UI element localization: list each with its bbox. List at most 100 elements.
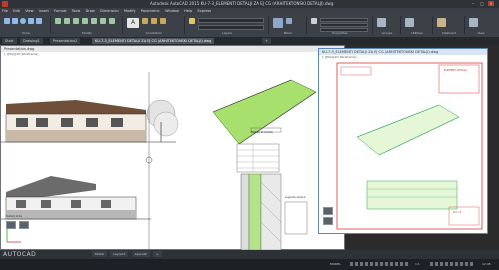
stretch-icon[interactable] — [109, 18, 115, 24]
secondary-navbar-button[interactable] — [323, 217, 333, 225]
annotation-scale[interactable]: 1:1 — [415, 262, 420, 266]
ribbon-label-block: Block — [283, 31, 293, 35]
ribbon-group-groups: Groups — [374, 16, 401, 35]
ribbon-label-properties: Properties — [332, 31, 348, 35]
menu-modify[interactable]: Modify — [124, 9, 136, 13]
tab-start[interactable]: Start — [2, 38, 17, 44]
legend-table-label: Legenda slojeva — [285, 196, 306, 199]
ribbon-label-groups: Groups — [381, 31, 393, 35]
menu-format[interactable]: Format — [54, 9, 66, 13]
group-icon[interactable] — [377, 18, 386, 27]
menu-tools[interactable]: Tools — [72, 9, 81, 13]
insert-block-icon[interactable] — [273, 18, 283, 28]
menu-insert[interactable]: Insert — [39, 9, 49, 13]
document-tabs: Start Drawing1 Presentation2 KU-7-3_ELEM… — [0, 37, 499, 45]
match-properties-icon[interactable] — [311, 18, 317, 24]
window-title: Autodesk AutoCAD 2015 KU-7-3_ELEMENTI DE… — [150, 1, 334, 6]
menu-express[interactable]: Express — [197, 9, 211, 13]
drawing-window-main[interactable]: Presentation.dwg [–][Top][2D Wireframe] — [0, 45, 345, 250]
title-bar: Autodesk AutoCAD 2015 KU-7-3_ELEMENTI DE… — [0, 0, 499, 8]
circle-tool-icon[interactable] — [20, 18, 26, 24]
ribbon-group-view: View — [466, 16, 496, 35]
layout-tab-layout1[interactable]: Layout1 — [110, 251, 129, 257]
ribbon-group-properties: Properties — [308, 16, 373, 35]
menu-draw[interactable]: Draw — [86, 9, 95, 13]
polyline-tool-icon[interactable] — [12, 18, 18, 24]
maximize-button[interactable]: □ — [479, 1, 485, 6]
sheet-roof-detail — [356, 104, 460, 156]
navbar-button[interactable] — [19, 221, 29, 229]
color-dropdown[interactable] — [320, 18, 368, 22]
ribbon: Draw Modify A Annotation Layers Block Pr… — [0, 15, 499, 37]
linetype-dropdown[interactable] — [320, 23, 368, 27]
layer-properties-icon[interactable] — [189, 18, 195, 24]
viewcube-button[interactable] — [6, 221, 16, 229]
view-icon[interactable] — [469, 18, 478, 27]
sheet-stamp-text: KU-7-3 — [453, 211, 462, 214]
tab-presentation2[interactable]: Presentation2 — [50, 38, 81, 44]
line-tool-icon[interactable] — [4, 18, 10, 24]
drawing-window-secondary[interactable]: KU-7-3_ELEMENTI DETALJI ZA EJ CG (ARHITE… — [318, 48, 488, 234]
ribbon-label-clipboard: Clipboard — [441, 31, 457, 35]
rotate-icon[interactable] — [64, 18, 70, 24]
layer-legend-table — [236, 143, 280, 173]
sheet-header-box — [340, 66, 372, 76]
ribbon-group-modify: Modify — [52, 16, 123, 35]
close-button[interactable]: × — [488, 1, 494, 6]
layout-tab-layout2[interactable]: Layout2 — [131, 251, 150, 257]
new-tab-button[interactable]: + — [262, 38, 271, 44]
menu-help[interactable]: Help — [184, 9, 192, 13]
command-line-area[interactable]: AUTOCAD — [0, 250, 499, 259]
layout-tab-model[interactable]: Model — [92, 251, 108, 257]
status-bar: MODEL 1:1 12:45 — [0, 259, 499, 270]
layer-dropdown[interactable] — [198, 18, 264, 23]
menu-window[interactable]: Window — [165, 9, 179, 13]
ribbon-label-utilities: Utilities — [411, 31, 423, 35]
secondary-viewcube-button[interactable] — [323, 207, 333, 215]
menu-view[interactable]: View — [25, 9, 33, 13]
ribbon-label-view: View — [477, 31, 485, 35]
workspace-toggles[interactable] — [430, 262, 475, 266]
rectangle-tool-icon[interactable] — [36, 18, 42, 24]
layer-state-dropdown[interactable] — [198, 25, 264, 30]
move-icon[interactable] — [55, 18, 61, 24]
leader-icon[interactable] — [151, 18, 157, 24]
clock: 12:45 — [482, 262, 491, 266]
model-space-toggle[interactable]: MODEL — [330, 262, 341, 266]
sheet-canvas[interactable] — [319, 57, 487, 233]
ribbon-label-draw: Draw — [22, 31, 30, 35]
tab-drawing1[interactable]: Drawing1 — [20, 38, 43, 44]
menu-parametric[interactable]: Parametric — [141, 9, 160, 13]
text-tool-icon[interactable]: A — [127, 18, 139, 28]
mirror-icon[interactable] — [91, 18, 97, 24]
create-block-icon[interactable] — [286, 18, 292, 24]
drafting-toggles[interactable] — [350, 262, 410, 266]
ribbon-group-draw: Draw — [2, 16, 51, 35]
ucs-icon — [6, 228, 21, 243]
menu-file[interactable]: File — [2, 9, 8, 13]
copy-icon[interactable] — [82, 18, 88, 24]
menu-edit[interactable]: Edit — [13, 9, 20, 13]
fillet-icon[interactable] — [100, 18, 106, 24]
wall-detail-label: Detalj zida — [6, 214, 22, 218]
autocad-logo-icon[interactable] — [2, 1, 8, 7]
roof-detail — [212, 79, 317, 145]
roof-detail-label: Detalj krovišta — [251, 130, 273, 134]
arc-tool-icon[interactable] — [28, 18, 34, 24]
layout-tabs: Model Layout1 Layout2 + — [92, 251, 164, 257]
dimension-icon[interactable] — [142, 18, 148, 24]
trim-icon[interactable] — [73, 18, 79, 24]
tab-active-drawing[interactable]: KU-7-3_ELEMENTI DETALJI ZA EJ CG (ARHITE… — [92, 38, 215, 44]
sheet-section-detail — [366, 180, 458, 210]
paste-icon[interactable] — [437, 18, 446, 27]
table-icon[interactable] — [160, 18, 166, 24]
ribbon-group-clipboard: Clipboard — [434, 16, 465, 35]
minimize-button[interactable]: – — [470, 1, 476, 6]
wall-section-detail — [240, 173, 308, 250]
layout-tab-add[interactable]: + — [153, 251, 162, 257]
menu-dimension[interactable]: Dimension — [100, 9, 119, 13]
measure-icon[interactable] — [405, 18, 414, 27]
tree-graphic — [146, 99, 179, 142]
ribbon-group-utilities: Utilities — [402, 16, 433, 35]
drawing-canvas[interactable] — [1, 52, 344, 250]
